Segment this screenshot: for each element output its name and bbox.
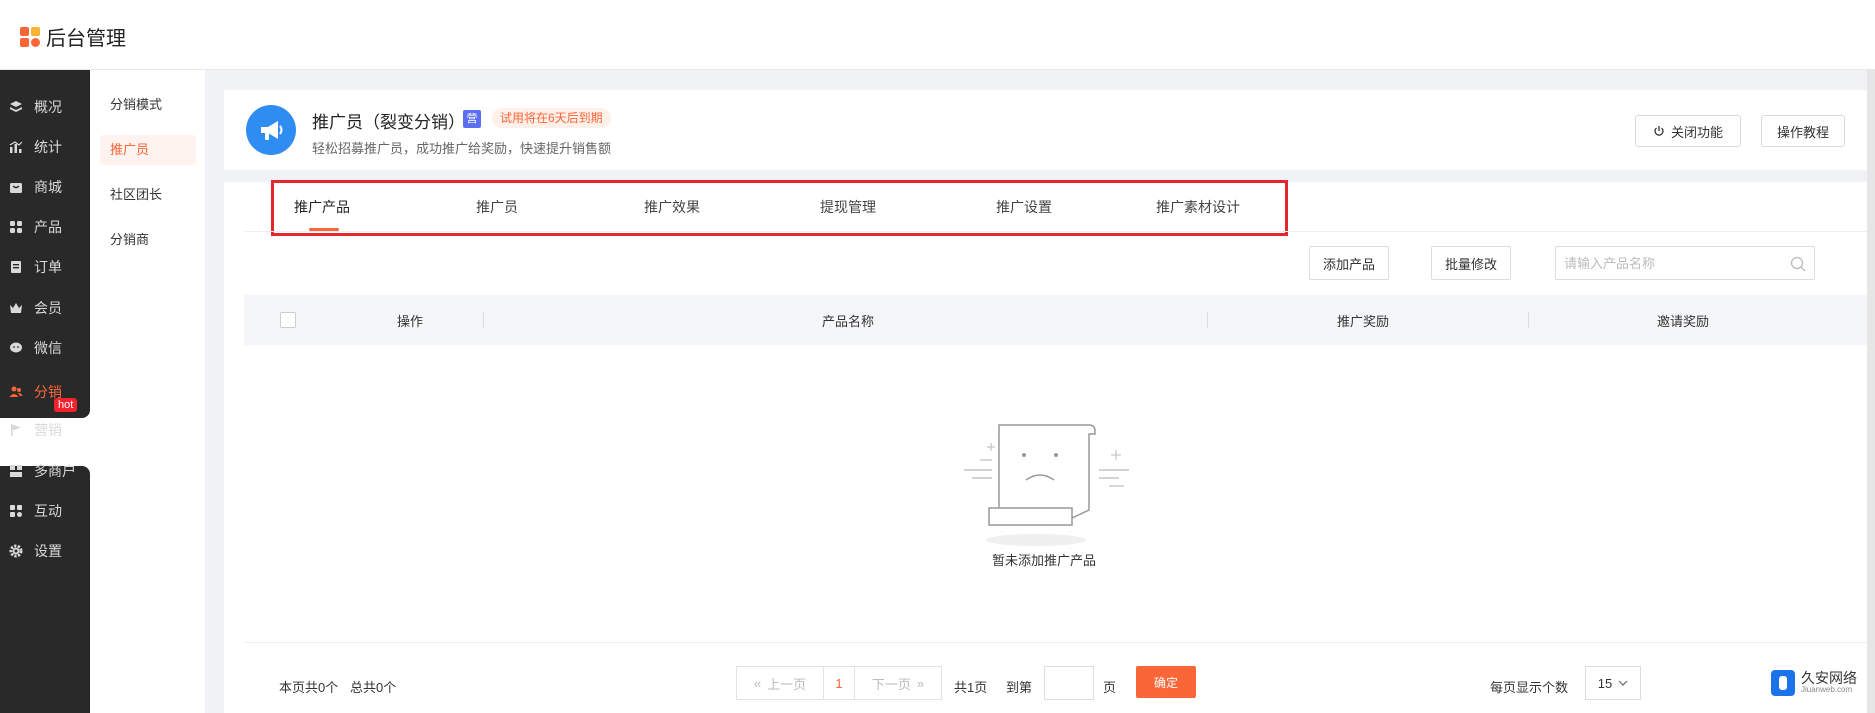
tab-promotion-settings[interactable]: 推广设置 [996, 197, 1052, 217]
page-count: 本页共0个 [279, 680, 339, 695]
table-header: 操作 产品名称 推广奖励 邀请奖励 [244, 295, 1869, 345]
watermark-title: 久安网络 [1801, 670, 1857, 686]
double-left-icon: « [753, 675, 762, 691]
goto-page-input[interactable] [1044, 666, 1094, 700]
main-panel: 推广产品 推广员 推广效果 提现管理 推广设置 推广素材设计 添加产品 批量修改… [224, 180, 1869, 713]
page-header: 推广员（裂变分销） 营 试用将在6天后到期 轻松招募推广员，成功推广给奖励，快速… [224, 90, 1869, 170]
add-product-button[interactable]: 添加产品 [1309, 246, 1389, 280]
column-actions: 操作 [397, 314, 424, 329]
page-title: 推广员（裂变分销） [312, 113, 465, 132]
tutorial-button[interactable]: 操作教程 [1761, 115, 1845, 147]
apps-icon [8, 503, 24, 519]
subnav-item-community-leader[interactable]: 社区团长 [100, 180, 196, 210]
empty-state-illustration [964, 420, 1129, 553]
subnav-item-mode[interactable]: 分销模式 [100, 90, 196, 120]
gear-icon [8, 543, 24, 559]
next-page-button[interactable]: 下一页 » [854, 666, 942, 700]
layers-icon [8, 99, 24, 115]
prev-page-button[interactable]: « 上一页 [736, 666, 824, 700]
double-right-icon: » [916, 675, 925, 691]
column-promotion-reward: 推广奖励 [1337, 314, 1390, 329]
sidebar-item-members[interactable]: 会员 [0, 288, 90, 328]
tab-promotion-effect[interactable]: 推广效果 [644, 197, 700, 217]
watermark: 久安网络 Jiuanweb.com [1771, 670, 1857, 696]
search-icon[interactable] [1790, 256, 1806, 275]
empty-state-text: 暂未添加推广产品 [991, 553, 1096, 568]
sidebar-item-settings[interactable]: 设置 [0, 531, 90, 571]
chevron-down-icon [1618, 680, 1628, 686]
tab-withdrawal[interactable]: 提现管理 [820, 197, 876, 217]
marketing-badge: 营 [463, 110, 481, 128]
shop-icon [8, 463, 24, 479]
megaphone-icon [246, 105, 296, 155]
page-description: 轻松招募推广员，成功推广给奖励，快速提升销售额 [312, 141, 612, 156]
product-search [1555, 246, 1815, 280]
subnav-item-promoter[interactable]: 推广员 [100, 135, 196, 165]
close-feature-button[interactable]: 关闭功能 [1635, 115, 1741, 147]
sidebar-item-merchants[interactable]: 多商户 [0, 451, 90, 491]
app-logo[interactable]: 后台管理 [20, 22, 126, 51]
current-page[interactable]: 1 [823, 666, 855, 700]
sidebar-item-products[interactable]: 产品 [0, 207, 90, 247]
app-title: 后台管理 [46, 28, 126, 50]
flag-icon [8, 422, 24, 438]
grid-icon [8, 219, 24, 235]
total-count: 总共0个 [350, 680, 397, 695]
crown-icon [8, 300, 24, 316]
per-page-label: 每页显示个数 [1490, 680, 1569, 695]
tabs-highlight-box [271, 180, 1288, 236]
watermark-logo [1771, 670, 1795, 696]
page-unit: 页 [1103, 680, 1117, 695]
batch-edit-button[interactable]: 批量修改 [1431, 246, 1511, 280]
sidebar-item-stats[interactable]: 统计 [0, 127, 90, 167]
search-input[interactable] [1556, 247, 1776, 279]
order-icon [8, 259, 24, 275]
column-product-name: 产品名称 [822, 314, 875, 329]
confirm-button[interactable]: 确定 [1136, 666, 1196, 698]
tab-material-design[interactable]: 推广素材设计 [1156, 197, 1240, 217]
sidebar-item-wechat[interactable]: 微信 [0, 328, 90, 368]
column-invite-reward: 邀请奖励 [1657, 314, 1710, 329]
goto-label: 到第 [1006, 680, 1033, 695]
page-size-select[interactable]: 15 [1585, 666, 1641, 700]
total-pages: 共1页 [954, 680, 988, 695]
store-icon [8, 179, 24, 195]
power-icon [1653, 125, 1665, 137]
sidebar-item-overview[interactable]: 概况 [0, 87, 90, 127]
users-icon [8, 384, 24, 400]
subnav-item-distributor[interactable]: 分销商 [100, 225, 196, 255]
tab-promoted-products[interactable]: 推广产品 [294, 197, 350, 217]
logo-icon [20, 26, 40, 47]
sidebar-item-store[interactable]: 商城 [0, 167, 90, 207]
hot-badge: hot [54, 398, 78, 412]
sidebar-item-orders[interactable]: 订单 [0, 247, 90, 287]
main-sidebar: 概况 统计 商城 产品 订单 会员 微信 分销 hot 营销 多商户 互动 设置 [0, 70, 90, 713]
sub-sidebar: 分销模式 推广员 社区团长 分销商 [90, 70, 205, 713]
top-bar: 后台管理 [0, 0, 1875, 70]
chart-icon [8, 139, 24, 155]
select-all-checkbox[interactable] [280, 312, 296, 328]
tab-promoters[interactable]: 推广员 [476, 197, 518, 217]
watermark-url: Jiuanweb.com [1801, 685, 1853, 694]
sidebar-item-interaction[interactable]: 互动 [0, 491, 90, 531]
sidebar-item-marketing[interactable]: hot 营销 [0, 398, 90, 450]
trial-notice: 试用将在6天后到期 [492, 108, 611, 128]
wechat-icon [8, 340, 24, 356]
page-scrollbar[interactable] [1867, 70, 1875, 713]
